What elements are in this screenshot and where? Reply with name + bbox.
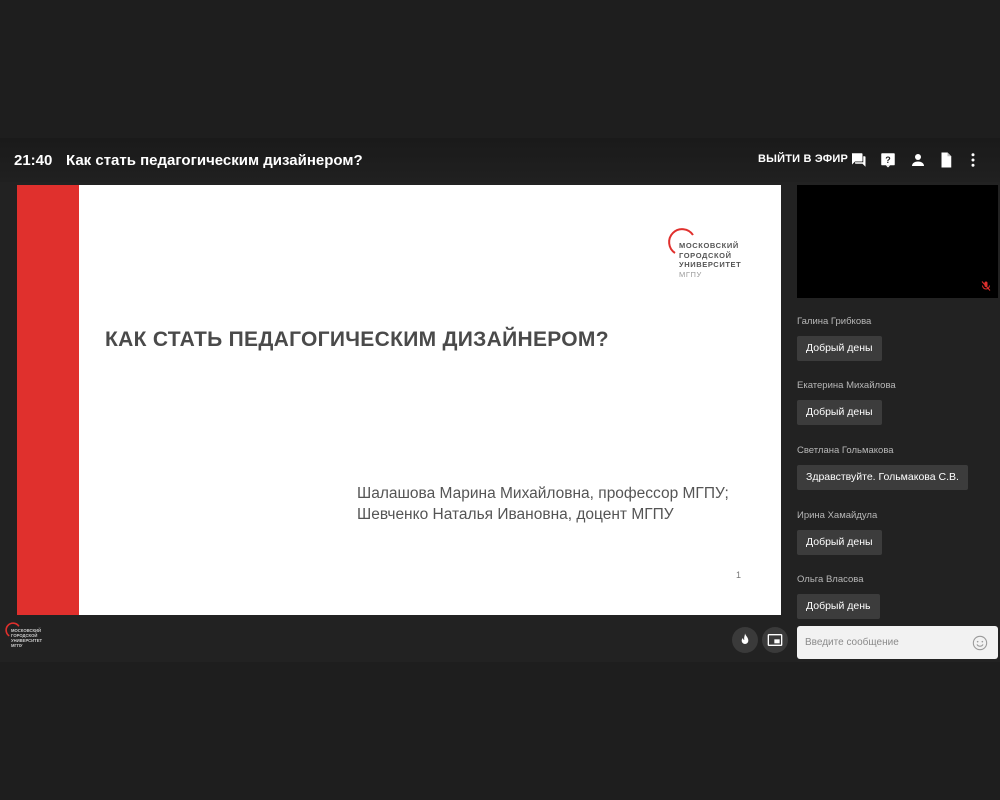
picture-in-picture-button[interactable] [762,627,788,653]
logo-line-1: МОСКОВСКИЙ [679,241,739,250]
document-icon[interactable] [937,151,955,169]
chat-icon[interactable] [849,151,867,169]
bottom-university-logo: МОСКОВСКИЙ ГОРОДСКОЙ УНИВЕРСИТЕТ МГПУ [5,622,55,650]
message-author: Галина Грибкова [797,316,872,327]
question-icon[interactable]: ? [879,151,897,169]
person-icon[interactable] [909,151,927,169]
university-logo: МОСКОВСКИЙ ГОРОДСКОЙ УНИВЕРСИТЕТ МГПУ [667,227,757,283]
message-text: Добрый дены [797,530,882,555]
slide-page-number: 1 [736,570,742,580]
message-author: Ольга Власова [797,574,864,585]
chat-message: Ирина Хамайдула Добрый дены [797,510,882,555]
author-line-2: Шевченко Наталья Ивановна, доцент МГПУ [357,506,674,523]
message-text: Добрый дены [797,336,882,361]
chat-input-box [797,626,998,659]
presentation-slide: МОСКОВСКИЙ ГОРОДСКОЙ УНИВЕРСИТЕТ МГПУ КА… [17,185,781,615]
go-live-button[interactable]: ВЫЙТИ В ЭФИР [758,153,848,165]
chat-message: Светлана Гольмакова Здравствуйте. Гольма… [797,445,968,490]
logo-line-3: УНИВЕРСИТЕТ [679,260,742,269]
author-line-1: Шалашова Марина Михайловна, профессор МГ… [357,485,729,502]
chat-message: Галина Грибкова Добрый дены [797,316,882,361]
message-author: Светлана Гольмакова [797,445,894,456]
more-vert-icon[interactable] [964,151,982,169]
message-author: Ирина Хамайдула [797,510,878,521]
message-text: Добрый день [797,594,880,619]
svg-text:?: ? [885,155,891,165]
message-text: Здравствуйте. Гольмакова С.В. [797,465,968,490]
logo-line-4: МГПУ [679,269,702,279]
fire-icon [741,633,749,644]
logo-line-2: ГОРОДСКОЙ [679,250,732,260]
pip-icon [767,634,783,646]
message-text: Добрый дены [797,400,882,425]
speaker-video[interactable] [797,185,998,298]
clock-time: 21:40 [14,152,53,169]
chat-message-input[interactable] [805,634,965,651]
slide-title: КАК СТАТЬ ПЕДАГОГИЧЕСКИМ ДИЗАЙНЕРОМ? [105,328,609,351]
emoji-icon[interactable] [972,635,988,651]
broadcast-title: Как стать педагогическим дизайнером? [66,152,363,169]
chat-message: Ольга Власова Добрый день [797,574,880,619]
webinar-app: 21:40 Как стать педагогическим дизайнеро… [0,138,1000,662]
message-author: Екатерина Михайлова [797,380,896,391]
top-bar: 21:40 Как стать педагогическим дизайнеро… [0,138,1000,182]
slide-accent-bar [17,185,79,615]
slide-authors: Шалашова Марина Михайловна, профессор МГ… [357,483,729,525]
reaction-fire-button[interactable] [732,627,758,653]
chat-message: Екатерина Михайлова Добрый дены [797,380,896,425]
bottom-logo-line-4: МГПУ [11,643,23,648]
mic-off-icon [981,281,991,291]
